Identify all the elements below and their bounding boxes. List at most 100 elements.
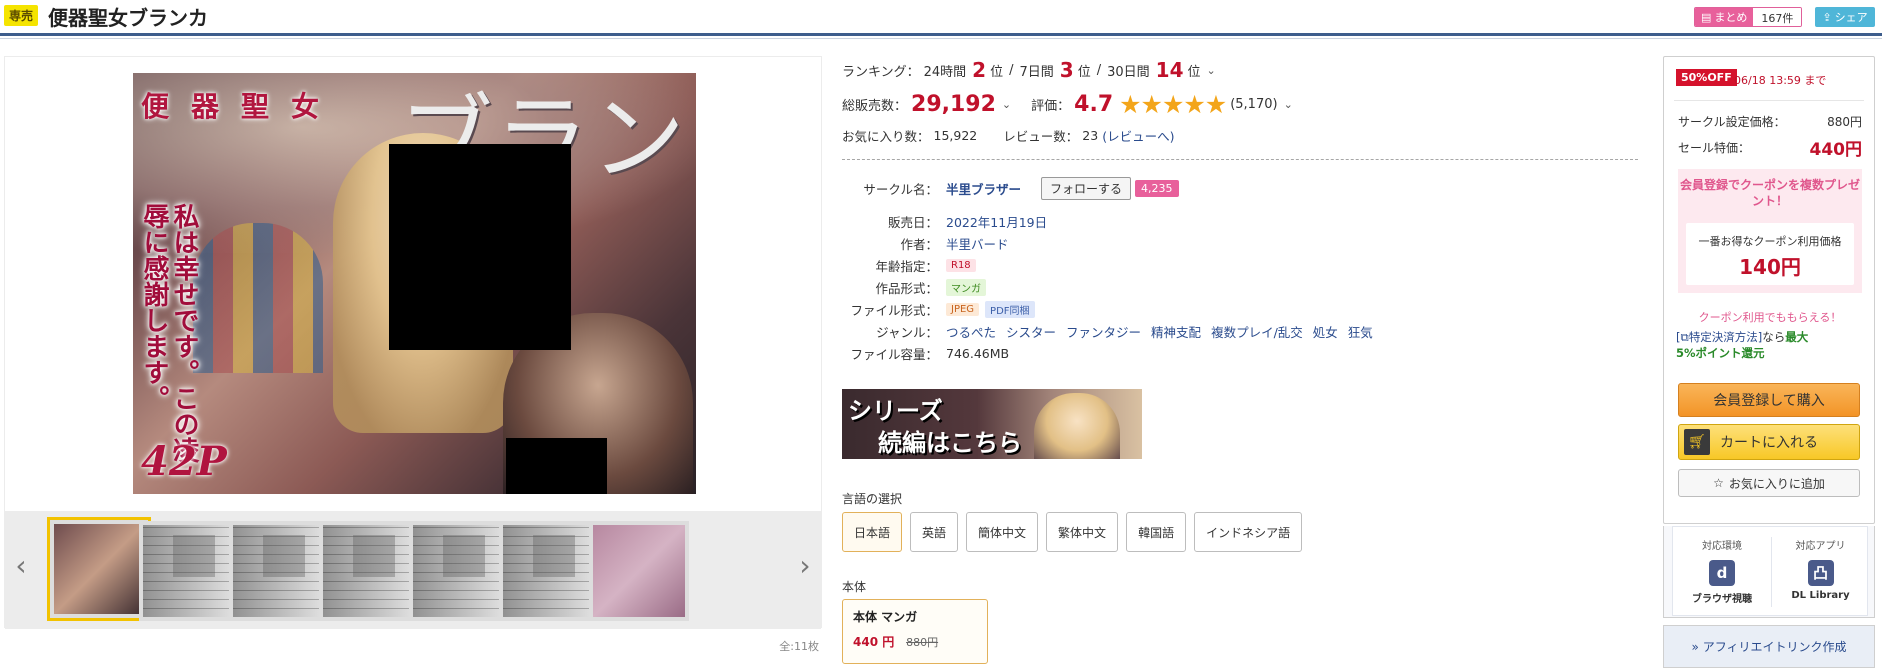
file-jpeg-badge[interactable]: JPEG <box>946 302 980 316</box>
discount-badge: 50%OFF <box>1676 69 1737 86</box>
language-option-en[interactable]: 英語 <box>910 512 959 552</box>
chevron-down-icon[interactable]: ⌄ <box>1002 98 1011 111</box>
chevron-down-icon[interactable]: ⌄ <box>1207 64 1216 77</box>
genre-tag[interactable]: 処女 <box>1313 322 1338 341</box>
star-outline-icon: ☆ <box>1713 476 1724 490</box>
thumbnail[interactable] <box>139 521 239 621</box>
cover-tagline: 私は幸せです。この凌辱に感謝します。 <box>139 203 199 463</box>
chevron-left-icon[interactable]: ‹ <box>11 551 31 581</box>
series-banner[interactable]: シリーズ 続編はこちら <box>842 389 1142 459</box>
language-option-id[interactable]: インドネシア語 <box>1194 512 1303 552</box>
image-count: 全:11枚 <box>779 640 819 653</box>
ranking-unit: 位 <box>990 64 1004 80</box>
divider <box>1674 100 1864 101</box>
author-link[interactable]: 半里バード <box>946 234 1009 253</box>
edition-card[interactable]: 本体 マンガ 440 円 880円 <box>842 599 988 664</box>
product-gallery: 便器聖女 ブランカ 私は幸せです。この凌辱に感謝します。 42P ‹ › 全:1… <box>4 56 822 653</box>
matome-button[interactable]: ▤ まとめ 167件 <box>1694 7 1803 27</box>
edition-price-was: 880 <box>906 636 928 649</box>
add-to-cart-button[interactable]: 🛒︎ カートに入れる <box>1678 424 1860 460</box>
sale-price-row: セール特価： 440円 <box>1678 135 1862 160</box>
reviews-value: 23 <box>1082 128 1099 143</box>
language-option-zh-hant[interactable]: 繁体中文 <box>1046 512 1119 552</box>
edition-price-now: 440 <box>853 635 879 649</box>
share-label: シェア <box>1834 11 1868 24</box>
browser-support[interactable]: 対応環境 d ブラウザ視聴 <box>1673 537 1771 605</box>
author-row: 作者： 半里バード <box>842 233 1642 253</box>
format-badge[interactable]: マンガ <box>946 278 986 296</box>
reviews-link[interactable]: (レビューへ) <box>1102 126 1174 145</box>
main-product-image[interactable]: 便器聖女 ブランカ 私は幸せです。この凌辱に感謝します。 42P <box>133 73 696 494</box>
compatibility-panel: 対応環境 d ブラウザ視聴 対応アプリ 凸 DL Library <box>1663 526 1875 618</box>
release-date-link[interactable]: 2022年11月19日 <box>946 212 1047 231</box>
payment-note-text: なら <box>1762 330 1786 344</box>
follow-count: 4,235 <box>1135 179 1179 197</box>
format-label: 作品形式： <box>875 280 938 296</box>
register-and-buy-button[interactable]: 会員登録して購入 <box>1678 383 1860 417</box>
ranking-7d-value: 3 <box>1059 58 1074 82</box>
follow-button[interactable]: フォローする <box>1041 176 1132 200</box>
censor-block <box>506 438 607 494</box>
sales-value: 29,192 <box>911 92 996 117</box>
coupon-box[interactable]: 会員登録でクーポンを複数プレゼント！ 一番お得なクーポン利用価格 140円 <box>1678 169 1862 293</box>
coupon-price: 140円 <box>1739 255 1801 279</box>
genre-row: ジャンル： つるぺた シスター ファンタジー 精神支配 複数プレイ/乱交 処女 … <box>842 321 1642 341</box>
thumbnail-list <box>47 517 785 621</box>
product-info: ランキング： 24時間 2 位 / 7日間 3 位 / 30日間 14 位 ⌄ … <box>842 56 1642 668</box>
favorites-label: お気に入りに追加 <box>1728 476 1825 491</box>
cover-title-kanji: 便器聖女 <box>141 90 342 123</box>
list-price-row: サークル設定価格： 880円 <box>1678 113 1862 130</box>
age-label: 年齢指定： <box>875 258 938 274</box>
env-title: 対応環境 <box>1702 541 1742 552</box>
exclusive-badge: 専売 <box>4 5 39 26</box>
chevron-right-icon[interactable]: › <box>795 551 815 581</box>
file-format-row: ファイル形式： JPEG PDF同梱 <box>842 299 1642 319</box>
favorites-label: お気に入り数： <box>842 129 930 144</box>
coupon-get-note: クーポン利用でももらえる！ <box>1698 311 1842 324</box>
language-option-ja[interactable]: 日本語 <box>842 512 903 552</box>
ranking-label: ランキング： <box>842 64 920 80</box>
cart-label: カートに入れる <box>1720 435 1818 451</box>
dl-library-icon: 凸 <box>1807 560 1834 586</box>
release-label: 販売日： <box>887 214 938 230</box>
genre-tag[interactable]: つるぺた <box>946 322 996 341</box>
sale-price-label: セール特価： <box>1678 141 1751 155</box>
app-name: DL Library <box>1791 590 1850 601</box>
genre-tag[interactable]: 精神支配 <box>1151 322 1201 341</box>
add-to-favorites-button[interactable]: ☆ お気に入りに追加 <box>1678 469 1860 497</box>
language-option-ko[interactable]: 韓国語 <box>1126 512 1187 552</box>
genre-tag[interactable]: 狂気 <box>1348 322 1373 341</box>
affiliate-link[interactable]: » アフィリエイトリンク作成 <box>1663 625 1875 668</box>
language-option-zh-hans[interactable]: 簡体中文 <box>966 512 1039 552</box>
circle-row: サークル名： 半里ブラザー フォローする 4,235 <box>842 176 1642 200</box>
ranking-7d-label: 7日間 <box>1019 64 1054 80</box>
star-rating-icon: ★★★★★ <box>1119 90 1227 119</box>
cart-icon: 🛒︎ <box>1684 429 1710 455</box>
thumbnail[interactable] <box>229 521 329 621</box>
app-support[interactable]: 対応アプリ 凸 DL Library <box>1771 537 1869 607</box>
list-price-value: 880円 <box>1827 115 1862 129</box>
series-banner-line1: シリーズ <box>848 396 943 425</box>
thumbnail[interactable] <box>47 517 151 621</box>
payment-method-link[interactable]: 特定決済方法 <box>1689 330 1758 344</box>
page-header: 専売 便器聖女ブランカ ▤ まとめ 167件 ⇪ シェア <box>0 0 1882 36</box>
purchase-panel: 50%OFF 06/18 13:59 まで サークル設定価格： 880円 セール… <box>1663 56 1875 524</box>
genre-tag[interactable]: ファンタジー <box>1066 322 1141 341</box>
genre-tag[interactable]: シスター <box>1006 322 1056 341</box>
circle-label: サークル名： <box>863 181 938 197</box>
thumbnail[interactable] <box>409 521 509 621</box>
chevron-down-icon[interactable]: ⌄ <box>1284 98 1293 111</box>
circle-link[interactable]: 半里ブラザー <box>946 179 1021 198</box>
age-badge[interactable]: R18 <box>946 258 976 272</box>
genre-label: ジャンル： <box>876 324 938 340</box>
ranking-30d-value: 14 <box>1155 58 1184 82</box>
genre-tag[interactable]: 複数プレイ/乱交 <box>1211 322 1303 341</box>
file-pdf-badge[interactable]: PDF同梱 <box>985 300 1035 318</box>
share-button[interactable]: ⇪ シェア <box>1815 7 1875 27</box>
thumbnail[interactable] <box>589 521 689 621</box>
rating-label: 評価： <box>1031 99 1071 114</box>
thumbnail[interactable] <box>319 521 419 621</box>
edition-section-title: 本体 <box>842 580 867 594</box>
ranking-30d-label: 30日間 <box>1107 64 1150 80</box>
thumbnail[interactable] <box>499 521 599 621</box>
